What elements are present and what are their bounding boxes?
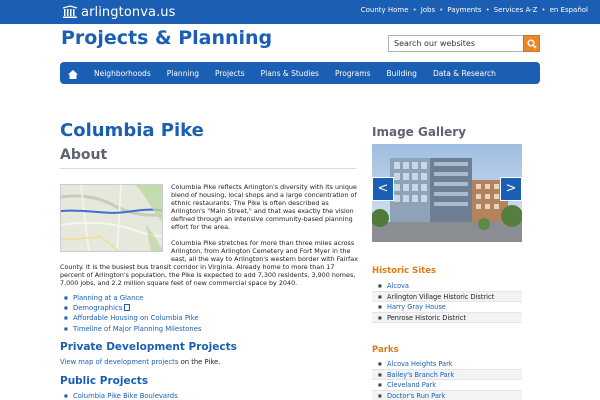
public-projects-heading: Public Projects <box>60 375 149 387</box>
historic-site-harry-gray-house[interactable]: Harry Gray House <box>372 302 522 313</box>
parks-heading: Parks <box>372 345 399 355</box>
utility-links: County Home • Jobs • Payments • Services… <box>360 6 588 14</box>
site-title[interactable]: Projects & Planning <box>61 27 272 49</box>
nav-programs[interactable]: Programs <box>327 69 379 78</box>
about-links: Planning at a Glance Demographics Afford… <box>64 293 201 334</box>
park-cleveland[interactable]: Cleveland Park <box>372 380 522 391</box>
timeline-link[interactable]: Timeline of Major Planning Milestones <box>73 325 201 333</box>
list-item[interactable]: Affordable Housing on Columbia Pike <box>64 313 201 323</box>
planning-at-a-glance-link[interactable]: Planning at a Glance <box>73 294 143 302</box>
page-title: Columbia Pike <box>60 120 204 141</box>
park-alcova-heights[interactable]: Alcova Heights Park <box>372 359 522 370</box>
county-logo-icon <box>62 5 78 19</box>
nav-projects[interactable]: Projects <box>207 69 253 78</box>
list-item[interactable]: Columbia Pike Bike Boulevards <box>64 391 178 400</box>
about-paragraph-2-end: County. It is the busiest bus transit co… <box>60 263 356 288</box>
list-item[interactable]: Timeline of Major Planning Milestones <box>64 324 201 334</box>
search-button[interactable] <box>523 35 540 52</box>
payments-link[interactable]: Payments <box>447 6 481 14</box>
top-bar: arlingtonva.us County Home • Jobs • Paym… <box>0 0 600 24</box>
nav-building[interactable]: Building <box>379 69 425 78</box>
list-item[interactable]: Planning at a Glance <box>64 293 201 303</box>
historic-site-penrose: Penrose Historic District <box>372 312 522 323</box>
private-development-heading: Private Development Projects <box>60 341 237 353</box>
public-projects-list: Columbia Pike Bike Boulevards <box>64 391 178 400</box>
nav-data-research[interactable]: Data & Research <box>425 69 504 78</box>
historic-sites-heading: Historic Sites <box>372 266 437 276</box>
nav-planning[interactable]: Planning <box>159 69 207 78</box>
search-input[interactable]: Search our websites <box>388 35 524 52</box>
image-gallery: < > <box>372 144 522 242</box>
espanol-link[interactable]: en Español <box>550 6 588 14</box>
image-gallery-heading: Image Gallery <box>372 125 467 139</box>
park-baileys-branch[interactable]: Bailey's Branch Park <box>372 369 522 380</box>
historic-site-alcova[interactable]: Alcova <box>372 281 522 292</box>
historic-site-arlington-village: Arlington Village Historic District <box>372 291 522 302</box>
about-paragraph-2-start: Columbia Pike stretches for more than th… <box>171 239 359 264</box>
development-map-link[interactable]: View map of development projects <box>60 358 178 366</box>
nav-home-button[interactable] <box>60 62 86 84</box>
development-projects-text: View map of development projects on the … <box>60 358 220 366</box>
county-home-link[interactable]: County Home <box>361 6 409 14</box>
divider <box>60 168 356 169</box>
services-az-link[interactable]: Services A-Z <box>494 6 538 14</box>
nav-plans-studies[interactable]: Plans & Studies <box>253 69 327 78</box>
development-suffix: on the Pike. <box>178 358 221 366</box>
bike-boulevards-link[interactable]: Columbia Pike Bike Boulevards <box>73 392 178 400</box>
park-doctors-run[interactable]: Doctor's Run Park <box>372 390 522 400</box>
demographics-link[interactable]: Demographics <box>73 304 122 312</box>
main-navigation: Neighborhoods Planning Projects Plans & … <box>60 62 540 84</box>
nav-neighborhoods[interactable]: Neighborhoods <box>86 69 159 78</box>
logo-text: arlingtonva.us <box>81 4 176 20</box>
list-item[interactable]: Demographics <box>64 303 201 314</box>
jobs-link[interactable]: Jobs <box>421 6 435 14</box>
affordable-housing-link[interactable]: Affordable Housing on Columbia Pike <box>73 314 199 322</box>
columbia-pike-map-image <box>60 184 163 252</box>
gallery-next-button[interactable]: > <box>500 177 522 201</box>
pdf-icon <box>124 304 131 312</box>
parks-list: Alcova Heights Park Bailey's Branch Park… <box>372 359 522 400</box>
gallery-prev-button[interactable]: < <box>372 177 394 201</box>
site-logo[interactable]: arlingtonva.us <box>62 3 176 21</box>
about-heading: About <box>60 147 108 163</box>
historic-sites-list: Alcova Arlington Village Historic Distri… <box>372 281 522 323</box>
about-paragraph-1: Columbia Pike reflects Arlington's diver… <box>171 183 357 232</box>
home-icon <box>68 64 78 83</box>
